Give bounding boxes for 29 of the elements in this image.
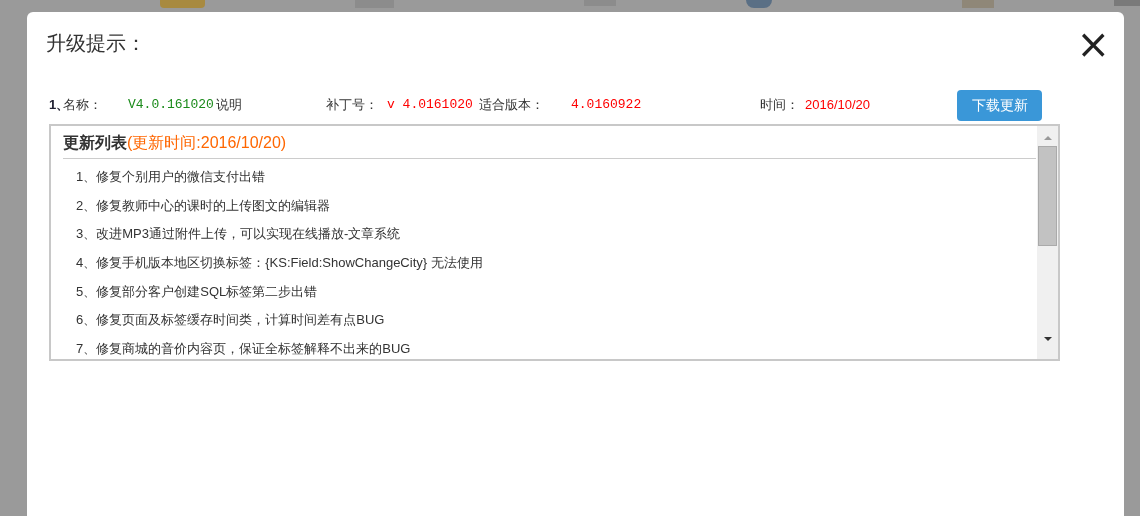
- close-button[interactable]: ×: [1076, 29, 1110, 59]
- changelog-item: 7、修复商城的音价内容页，保证全标签解释不出来的BUG: [76, 340, 412, 356]
- changelog-item: 4、修复手机版本地区切换标签：{KS:Field:ShowChangeCity} 无法使用: [76, 254, 484, 273]
- dialog-title: 升级提示：: [46, 31, 146, 56]
- scrollbar-thumb[interactable]: [1038, 146, 1057, 246]
- time-label: 时间：: [760, 96, 800, 115]
- changelog-item: 6、修复页面及标签缓存时间类，计算时间差有点BUG: [76, 311, 386, 330]
- scroll-up-icon[interactable]: [1043, 136, 1052, 140]
- changelog-date: (更新时间:2016/10/20): [127, 133, 287, 153]
- scroll-down-icon[interactable]: [1043, 337, 1052, 341]
- item-number: 1、: [49, 96, 63, 115]
- changelog-item: 2、修复教师中心的课时的上传图文的编辑器: [76, 196, 332, 215]
- background-icon: [160, 0, 206, 8]
- version-value: V4.0.161020: [128, 96, 215, 115]
- changelog-title: 更新列表: [63, 133, 127, 153]
- note-label: 说明: [216, 96, 243, 115]
- name-label: 名称：: [63, 96, 103, 115]
- scrollbar[interactable]: [1037, 126, 1058, 359]
- background-icon: [746, 0, 772, 8]
- fit-version-label: 适合版本：: [479, 96, 545, 115]
- fit-version-value: 4.0160922: [571, 96, 643, 115]
- time-value: 2016/10/20: [805, 96, 872, 115]
- background-icon: [1114, 0, 1140, 6]
- changelog-item: 3、改进MP3通过附件上传，可以实现在线播放-文章系统: [76, 225, 402, 244]
- changelog-item: 5、修复部分客户创建SQL标签第二步出错: [76, 282, 319, 301]
- patch-label: 补丁号：: [326, 96, 379, 115]
- changelog-item: 1、修复个别用户的微信支付出错: [76, 168, 267, 186]
- patch-value: v 4.0161020: [387, 96, 474, 115]
- background-icon: [961, 0, 995, 8]
